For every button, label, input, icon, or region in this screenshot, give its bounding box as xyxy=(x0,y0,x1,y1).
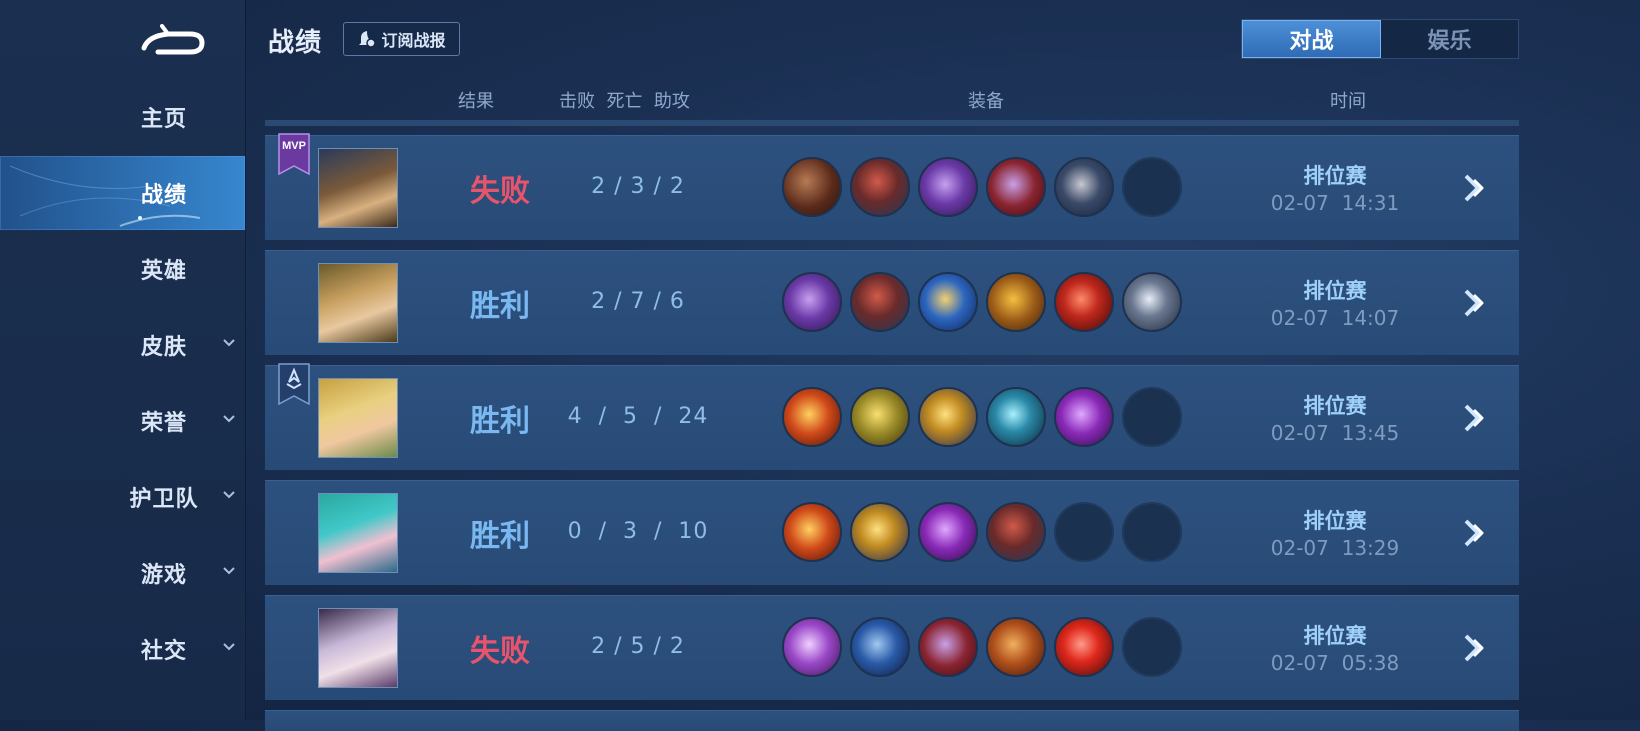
hero-avatar[interactable] xyxy=(318,608,398,688)
match-kda: 0 / 3 / 10 xyxy=(567,519,709,544)
empty-item-slot xyxy=(1122,157,1182,217)
chevron-right-icon[interactable] xyxy=(1458,285,1494,321)
hero-avatar[interactable] xyxy=(318,148,398,228)
hero-avatar[interactable] xyxy=(318,378,398,458)
teal-scythe-item-icon[interactable] xyxy=(986,387,1046,447)
match-mode: 排位赛 xyxy=(1303,394,1367,418)
hero-avatar[interactable] xyxy=(318,263,398,343)
purple-staff-item-icon[interactable] xyxy=(918,502,978,562)
chevron-right-icon[interactable] xyxy=(1458,630,1494,666)
red-boots-item-icon[interactable] xyxy=(986,502,1046,562)
column-header-result: 结果 xyxy=(458,91,494,112)
svg-text:MVP: MVP xyxy=(282,140,306,152)
page-title: 战绩 xyxy=(268,28,323,58)
purple-axe-item-icon[interactable] xyxy=(918,157,978,217)
match-row[interactable]: 胜利 0 / 3 / 10 排位赛 02-07 13:29 xyxy=(265,480,1519,585)
sidebar-item-games[interactable]: 游戏 xyxy=(0,536,245,610)
equipment-list xyxy=(782,387,1182,447)
match-time: 02-07 13:29 xyxy=(1270,536,1400,560)
mvp-badge-icon: MVP xyxy=(278,133,310,176)
purple-hammer-item-icon[interactable] xyxy=(782,617,842,677)
match-row[interactable]: 胜利 2 / 7 / 6 排位赛 02-07 14:07 xyxy=(265,250,1519,355)
sidebar-item-heroes[interactable]: 英雄 xyxy=(0,232,245,306)
chevron-down-icon xyxy=(223,643,235,651)
chevron-down-icon xyxy=(223,491,235,499)
match-row[interactable]: 胜利 4 / 5 / 24 排位赛 02-07 13:45 xyxy=(265,363,1519,470)
sidebar-item-home[interactable]: 主页 xyxy=(0,80,245,154)
match-mode: 排位赛 xyxy=(1303,624,1367,648)
match-mode: 排位赛 xyxy=(1303,509,1367,533)
purple-axe-item-icon[interactable] xyxy=(782,272,842,332)
equipment-list xyxy=(782,617,1182,677)
match-time: 02-07 05:38 xyxy=(1270,651,1400,675)
empty-item-slot xyxy=(1122,502,1182,562)
team-banner-icon xyxy=(278,363,310,406)
fire-medal-item-icon[interactable] xyxy=(782,502,842,562)
golden-crescent-item-icon[interactable] xyxy=(986,272,1046,332)
red-orb-item-icon[interactable] xyxy=(1054,272,1114,332)
bronze-armor-item-icon[interactable] xyxy=(986,617,1046,677)
empty-item-slot xyxy=(1122,617,1182,677)
back-arrow-icon[interactable] xyxy=(138,18,210,58)
chevron-right-icon[interactable] xyxy=(1458,515,1494,551)
sidebar: 主页 战绩 英雄 皮肤 荣誉 护卫队 游戏 社交 xyxy=(0,0,246,720)
match-time: 02-07 14:31 xyxy=(1270,191,1400,215)
match-row-partial xyxy=(265,710,1519,731)
match-time: 02-07 13:45 xyxy=(1270,421,1400,445)
equipment-list xyxy=(782,272,1182,332)
column-header-items: 装备 xyxy=(968,91,1004,112)
equipment-list xyxy=(782,502,1182,562)
silver-arrow-item-icon[interactable] xyxy=(1122,272,1182,332)
empty-item-slot xyxy=(1054,502,1114,562)
brown-blade-item-icon[interactable] xyxy=(782,157,842,217)
chevron-down-icon xyxy=(223,415,235,423)
golden-boots-item-icon[interactable] xyxy=(850,387,910,447)
match-kda: 2 / 7 / 6 xyxy=(591,289,685,314)
purple-staff-item-icon[interactable] xyxy=(1054,387,1114,447)
equipment-list xyxy=(782,157,1182,217)
dark-spear-item-icon[interactable] xyxy=(1054,157,1114,217)
chevron-down-icon xyxy=(223,567,235,575)
gold-chalice-item-icon[interactable] xyxy=(918,387,978,447)
header-divider xyxy=(265,120,1519,126)
sidebar-item-guard-team[interactable]: 护卫队 xyxy=(0,460,245,534)
tab-battle[interactable]: 对战 xyxy=(1242,20,1381,58)
hero-avatar[interactable] xyxy=(318,493,398,573)
match-time: 02-07 14:07 xyxy=(1270,306,1400,330)
blue-boots-item-icon[interactable] xyxy=(850,617,910,677)
match-mode: 排位赛 xyxy=(1303,279,1367,303)
fire-medal-item-icon[interactable] xyxy=(782,387,842,447)
sidebar-item-honors[interactable]: 荣誉 xyxy=(0,384,245,458)
match-row[interactable]: MVP 失败 2 / 3 / 2 排位赛 02-07 14:31 xyxy=(265,133,1519,240)
red-crystal-item-icon[interactable] xyxy=(1054,617,1114,677)
crimson-gauntlet-item-icon[interactable] xyxy=(986,157,1046,217)
tab-entertainment[interactable]: 娱乐 xyxy=(1381,20,1518,58)
sidebar-item-skins[interactable]: 皮肤 xyxy=(0,308,245,382)
match-kda: 2 / 3 / 2 xyxy=(591,174,685,199)
empty-item-slot xyxy=(1122,387,1182,447)
chevron-right-icon[interactable] xyxy=(1458,170,1494,206)
crimson-gauntlet-item-icon[interactable] xyxy=(918,617,978,677)
chevron-down-icon xyxy=(223,339,235,347)
sidebar-item-label: 主页 xyxy=(140,107,187,132)
match-row[interactable]: 失败 2 / 5 / 2 排位赛 02-07 05:38 xyxy=(265,595,1519,700)
match-mode: 排位赛 xyxy=(1303,164,1367,188)
sidebar-item-social[interactable]: 社交 xyxy=(0,612,245,686)
gold-chalice-item-icon[interactable] xyxy=(850,502,910,562)
column-header-kda: 击败 死亡 助攻 xyxy=(559,91,690,112)
match-kda: 2 / 5 / 2 xyxy=(591,634,685,659)
match-kda: 4 / 5 / 24 xyxy=(567,404,709,429)
subscribe-report-button[interactable]: 订阅战报 xyxy=(343,22,460,56)
chevron-right-icon[interactable] xyxy=(1458,400,1494,436)
bell-icon xyxy=(359,31,377,48)
column-header-time: 时间 xyxy=(1330,91,1366,112)
subscribe-report-label: 订阅战报 xyxy=(381,31,446,50)
blue-spear-item-icon[interactable] xyxy=(918,272,978,332)
red-boots-item-icon[interactable] xyxy=(850,157,910,217)
mode-tabs: 对战 娱乐 xyxy=(1241,19,1519,59)
sidebar-item-records[interactable]: 战绩 xyxy=(0,156,245,230)
red-boots-item-icon[interactable] xyxy=(850,272,910,332)
